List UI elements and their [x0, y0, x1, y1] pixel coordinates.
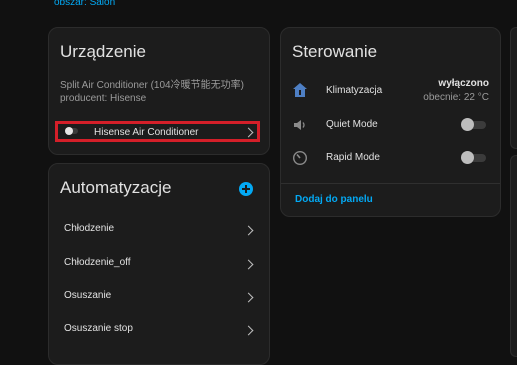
automation-card-title: Automatyzacje — [60, 178, 172, 197]
chevron-right-icon — [243, 259, 254, 270]
area-link[interactable]: obszar: Salon — [54, 0, 115, 8]
automation-item[interactable]: Chłodzenie — [49, 215, 269, 245]
card-divider — [281, 183, 500, 184]
speedometer-icon — [292, 150, 308, 166]
device-manufacturer: producent: Hisense — [60, 93, 147, 104]
automation-item-label: Osuszanie — [64, 290, 112, 301]
automation-item-label: Osuszanie stop — [64, 323, 133, 334]
plus-icon[interactable] — [239, 182, 253, 196]
add-to-dashboard-button[interactable]: Dodaj do panelu — [295, 194, 373, 205]
automation-item[interactable]: Chłodzenie_off — [49, 249, 269, 279]
device-card: Urządzenie Split Air Conditioner (104冷暖节… — [48, 27, 270, 155]
automation-item-label: Chłodzenie — [64, 223, 115, 234]
volume-icon — [294, 120, 305, 130]
device-card-title: Urządzenie — [60, 42, 146, 61]
entity-rapid-row: Rapid Mode — [281, 143, 500, 173]
rapid-mode-switch[interactable] — [461, 151, 486, 164]
chevron-right-icon — [243, 225, 254, 236]
control-card: Sterowanie Klimatyzacja wyłączono obecni… — [280, 27, 501, 217]
automation-card: Automatyzacje Chłodzenie Chłodzenie_off … — [48, 163, 270, 365]
highlight-box — [55, 121, 260, 142]
entity-quiet-label: Quiet Mode — [326, 119, 378, 130]
climate-state: wyłączono — [438, 78, 489, 89]
chevron-right-icon — [243, 292, 254, 303]
quiet-mode-switch[interactable] — [461, 118, 486, 131]
entity-climate-row[interactable]: Klimatyzacja wyłączono obecnie: 22 °C — [281, 74, 500, 104]
climate-current-temp: obecnie: 22 °C — [423, 92, 489, 103]
entity-climate-label: Klimatyzacja — [326, 85, 383, 96]
automation-item-label: Chłodzenie_off — [64, 257, 131, 268]
offscreen-card-edge — [510, 27, 517, 149]
automation-item[interactable]: Osuszanie stop — [49, 315, 269, 345]
offscreen-card-edge — [510, 155, 517, 357]
chevron-right-icon — [243, 325, 254, 336]
entity-quiet-row: Quiet Mode — [281, 110, 500, 140]
home-thermostat-icon — [293, 83, 307, 97]
entity-rapid-label: Rapid Mode — [326, 152, 380, 163]
device-model: Split Air Conditioner (104冷暖节能无功率) — [60, 80, 244, 91]
control-card-title: Sterowanie — [292, 42, 378, 61]
automation-item[interactable]: Osuszanie — [49, 282, 269, 312]
